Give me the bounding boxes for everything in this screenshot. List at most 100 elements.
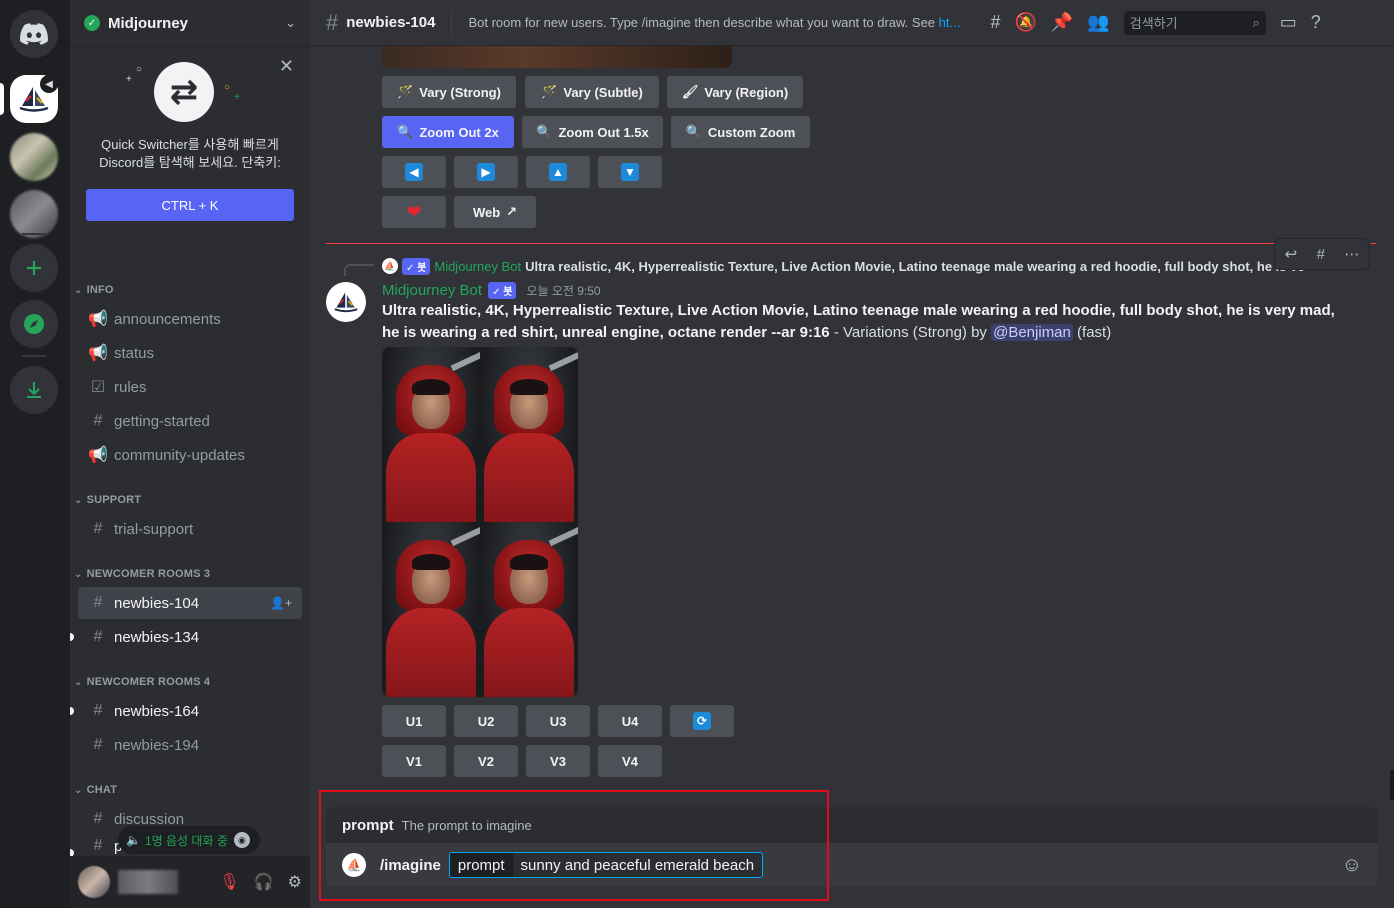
upscale-3-button[interactable]: U3 [526,705,590,737]
pan-up-button[interactable]: ▲ [526,156,590,188]
discord-logo-icon [20,23,48,45]
threads-hash-icon: # [93,736,103,753]
download-apps-button[interactable] [10,366,58,414]
channel-label: community-updates [114,446,245,464]
speaker-icon: 🔈 [126,833,141,847]
reroll-button[interactable]: ⟳ [670,705,734,737]
threads-icon[interactable]: # [990,12,1000,33]
channel-newbies-104[interactable]: # newbies-104 👤+ [78,587,302,619]
channel-label: newbies-104 [114,594,200,612]
notification-muted-icon[interactable]: 🔕 [1014,12,1036,33]
quick-switcher-shortcut-button[interactable]: CTRL + K [86,189,294,221]
channel-label: newbies-164 [114,702,200,720]
sailboat-icon: ⛵ [382,258,398,274]
category-newcomer-rooms-3[interactable]: NEWCOMER ROOMS 3 [74,568,210,580]
upscale-2-button[interactable]: U2 [454,705,518,737]
category-newcomer-rooms-4[interactable]: NEWCOMER ROOMS 4 [74,676,210,688]
headphones-icon[interactable]: 🎧 [254,872,274,892]
variation-3-button[interactable]: V3 [526,745,590,777]
upscale-4-button[interactable]: U4 [598,705,662,737]
member-list-icon[interactable]: 👥 [1087,12,1109,33]
vary-strong-button[interactable]: 🪄 Vary (Strong) [382,76,516,108]
inbox-icon[interactable]: ▭ [1280,12,1297,33]
button-label: Vary (Region) [704,84,789,100]
user-mention[interactable]: @Benjiman [991,324,1073,341]
username-blurred [118,870,178,894]
previous-image-bottom[interactable] [382,46,732,68]
rail-divider [22,355,46,357]
close-icon[interactable]: ✕ [279,56,294,77]
custom-zoom-button[interactable]: 🔍 Custom Zoom [671,116,810,148]
message-author[interactable]: Midjourney Bot [382,282,482,299]
channel-label: newbies-134 [114,628,200,646]
magnifier-icon: 🔍 [397,124,414,139]
channel-newbies-134[interactable]: # newbies-134 [78,621,302,653]
heart-icon: ❤ [406,201,422,222]
guild-header[interactable]: ✓ Midjourney ⌄ [70,0,310,46]
channel-announcements[interactable]: 📢 announcements [78,303,302,335]
create-thread-icon[interactable]: # [1317,246,1325,263]
channel-trial-support[interactable]: # trial-support [78,513,302,545]
sailboat-icon [334,292,358,313]
channel-newbies-194[interactable]: # newbies-194 [78,729,302,761]
channel-topic[interactable]: Bot room for new users. Type /imagine th… [468,15,978,30]
variation-2-button[interactable]: V2 [454,745,518,777]
reply-icon[interactable]: ↩ [1285,245,1298,263]
upscale-1-button[interactable]: U1 [382,705,446,737]
vary-region-button[interactable]: 🖌 Vary (Region) [667,76,803,108]
button-label: Vary (Subtle) [563,84,643,100]
zoom-out-1-5x-button[interactable]: 🔍 Zoom Out 1.5x [522,116,663,148]
voice-activity-pill[interactable]: 🔈 1명 음성 대화 중 ◉ [118,826,260,854]
search-input[interactable]: 검색하기 ⌕ [1123,10,1266,35]
variation-1-button[interactable]: V1 [382,745,446,777]
avatar[interactable] [78,866,110,898]
category-support[interactable]: SUPPORT [74,494,141,506]
pan-down-button[interactable]: ▼ [598,156,662,188]
pan-left-button[interactable]: ◀ [382,156,446,188]
pan-right-button[interactable]: ▶ [454,156,518,188]
reply-text: Ultra realistic, 4K, Hyperrealistic Text… [525,258,1305,274]
checkbox-icon: ☑ [90,379,106,396]
compass-icon [24,314,44,334]
magnifier-icon: 🔍 [685,124,702,139]
zoom-out-2x-button[interactable]: 🔍 Zoom Out 2x [382,116,514,148]
help-icon[interactable]: ? [1311,12,1321,33]
category-chat[interactable]: CHAT [74,784,117,796]
button-label: Zoom Out 1.5x [558,124,649,140]
magnifier-icon: 🔍 [536,124,553,139]
gear-icon[interactable]: ⚙ [288,872,302,892]
add-server-button[interactable] [10,244,58,292]
arrow-right-icon: ▶ [477,163,495,181]
web-button[interactable]: Web ↗ [454,196,536,228]
channel-label: announcements [114,310,221,328]
message-content: Ultra realistic, 4K, Hyperrealistic Text… [382,300,1342,344]
channel-getting-started[interactable]: # getting-started [78,405,302,437]
explore-servers-button[interactable] [10,300,58,348]
scrollbar-thumb[interactable] [1390,770,1394,800]
vary-subtle-button[interactable]: 🪄 Vary (Subtle) [525,76,659,108]
message-hover-toolbar: ↩ # ⋯ [1274,238,1370,270]
server-blurred-2[interactable] [10,190,58,238]
threads-hash-icon: # [93,702,103,719]
discord-home-button[interactable] [10,10,58,58]
category-info[interactable]: INFO [74,284,114,296]
mic-muted-icon[interactable]: 🎙 [219,872,239,892]
avatar[interactable] [326,282,366,322]
emoji-picker-icon[interactable]: ☺ [1342,854,1362,877]
favorite-button[interactable]: ❤ [382,196,446,228]
message-reply-reference[interactable]: ⛵ ✓ 봇 Midjourney Bot Ultra realistic, 4K… [382,257,1332,275]
pin-icon[interactable]: 📌 [1051,12,1073,33]
channel-rules[interactable]: ☑ rules [78,371,302,403]
invite-member-icon[interactable]: 👤+ [270,596,292,610]
channel-status[interactable]: 📢 status [78,337,302,369]
variation-4-button[interactable]: V4 [598,745,662,777]
generated-image-grid[interactable] [382,347,578,697]
channel-community-updates[interactable]: 📢 community-updates [78,439,302,471]
more-icon[interactable]: ⋯ [1344,245,1359,263]
channel-label: rules [114,378,147,396]
topic-text: Bot room for new users. Type /imagine th… [468,15,939,30]
topic-link[interactable]: ht... [939,15,961,30]
channel-newbies-164[interactable]: # newbies-164 [78,695,302,727]
server-blurred-1[interactable] [10,133,58,181]
button-label: Vary (Strong) [419,84,501,100]
